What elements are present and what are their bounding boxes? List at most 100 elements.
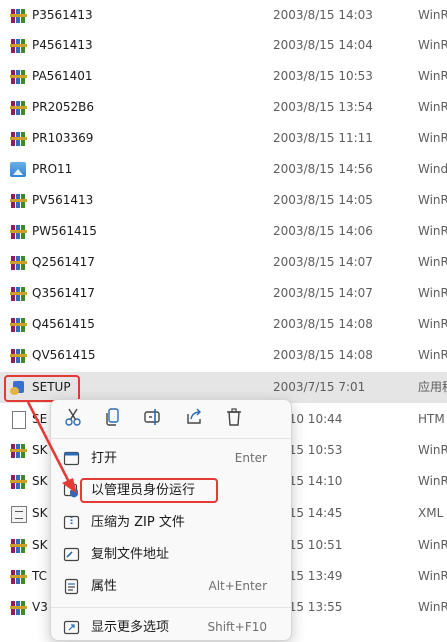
menu-item-properties[interactable]: 属性 Alt+Enter [55,572,287,601]
file-date: 2003/8/15 14:04 [273,38,373,52]
winrar-icon [10,285,27,302]
file-row[interactable]: PRO11 2003/8/15 14:56 Wind [0,154,447,185]
file-row[interactable]: PR2052B6 2003/8/15 13:54 WinR [0,92,447,123]
menu-separator [51,438,291,439]
file-type: HTM [418,412,445,426]
file-name: SK [32,443,48,457]
winrar-icon [10,192,27,209]
menu-item-label: 显示更多选项 [91,620,170,635]
file-row[interactable]: Q3561417 2003/8/15 14:07 WinR [0,278,447,309]
file-row[interactable]: QV561415 2003/8/15 14:08 WinR [0,340,447,371]
delete-icon[interactable] [222,405,246,429]
winrar-icon [10,99,27,116]
file-name: PW561415 [32,224,97,238]
file-type: WinR [418,317,447,331]
file-row[interactable]: PA561401 2003/8/15 10:53 WinR [0,61,447,92]
menu-item-shortcut: Alt+Enter [208,579,267,593]
file-date: 2003/8/15 10:53 [273,69,373,83]
file-type: WinR [418,8,447,22]
menu-item-open[interactable]: 打开 Enter [55,444,287,473]
shield-icon [63,482,80,499]
file-name: QV561415 [32,348,96,362]
menu-item-copy-path[interactable]: 复制文件地址 [55,540,287,569]
file-type: WinR [418,100,447,114]
cut-icon[interactable] [61,405,85,429]
file-type: WinR [418,286,447,300]
winrar-icon [10,7,27,24]
file-date: 2003/8/15 14:07 [273,286,373,300]
file-type: WinR [418,474,447,488]
file-date: 2003/8/15 14:06 [273,224,373,238]
file-date: 2003/8/15 14:03 [273,8,373,22]
menu-item-label: 打开 [91,451,118,466]
file-type: 应用程 [418,380,447,394]
file-row[interactable]: Q4561415 2003/8/15 14:08 WinR [0,309,447,340]
file-date: 2003/8/15 14:07 [273,255,373,269]
file-date: 2003/8/15 14:05 [273,193,373,207]
image-icon [10,161,27,178]
winrar-icon [10,254,27,271]
file-type: WinR [418,69,447,83]
winrar-icon [10,442,27,459]
menu-item-compress-zip[interactable]: 压缩为 ZIP 文件 [55,508,287,537]
menu-item-shortcut: Enter [234,451,267,465]
file-row[interactable]: PV561413 2003/8/15 14:05 WinR [0,185,447,216]
copy-icon[interactable] [101,405,125,429]
winrar-icon [10,599,27,616]
winrar-icon [10,473,27,490]
file-name: Q4561415 [32,317,95,331]
file-row[interactable]: P4561413 2003/8/15 14:04 WinR [0,30,447,61]
file-date: 2003/7/15 7:01 [273,380,366,394]
winrar-icon [10,316,27,333]
file-type: WinR [418,131,447,145]
menu-item-label: 复制文件地址 [91,547,170,562]
rename-icon[interactable] [141,405,165,429]
context-menu-toolbar [51,400,291,434]
winrar-icon [10,223,27,240]
file-date: 2003/8/15 14:08 [273,317,373,331]
file-date: 2003/8/15 11:11 [273,131,373,145]
file-name: P3561413 [32,8,93,22]
file-name: PR103369 [32,131,94,145]
winrar-icon [10,568,27,585]
more-options-icon [63,619,80,636]
file-name: PA561401 [32,69,93,83]
file-type: WinR [418,538,447,552]
file-type: WinR [418,38,447,52]
file-type: WinR [418,348,447,362]
file-name: TC [32,569,48,583]
file-name: PRO11 [32,162,73,176]
menu-item-shortcut: Shift+F10 [207,620,267,634]
file-row[interactable]: PW561415 2003/8/15 14:06 WinR [0,216,447,247]
document-icon [10,411,27,429]
file-type: WinR [418,193,447,207]
file-date: 2003/8/15 13:54 [273,100,373,114]
xml-icon [10,505,27,523]
menu-item-label: 属性 [91,579,118,594]
file-name: SK [32,506,48,520]
file-type: WinR [418,443,447,457]
file-name: PR2052B6 [32,100,94,114]
context-menu: 打开 Enter 以管理员身份运行 压缩为 ZIP 文件 复制文件地址 属性 A… [50,399,292,641]
zip-icon [63,514,80,531]
winrar-icon [10,68,27,85]
file-row[interactable]: PR103369 2003/8/15 11:11 WinR [0,123,447,154]
winrar-icon [10,37,27,54]
file-row[interactable]: P3561413 2003/8/15 14:03 WinR [0,0,447,31]
open-icon [63,450,80,467]
file-type: WinR [418,600,447,614]
file-date: 2003/8/15 14:08 [273,348,373,362]
share-icon[interactable] [182,405,206,429]
file-name: P4561413 [32,38,93,52]
menu-item-label: 压缩为 ZIP 文件 [91,515,185,530]
file-name: SE [32,412,48,426]
winrar-icon [10,130,27,147]
properties-icon [63,578,80,595]
winrar-icon [10,537,27,554]
file-name: PV561413 [32,193,94,207]
file-row[interactable]: Q2561417 2003/8/15 14:07 WinR [0,247,447,278]
file-name: V3 [32,600,48,614]
menu-item-more-options[interactable]: 显示更多选项 Shift+F10 [55,613,287,642]
annotation-box-setup [4,375,80,402]
annotation-box-run-as-admin [80,478,218,503]
